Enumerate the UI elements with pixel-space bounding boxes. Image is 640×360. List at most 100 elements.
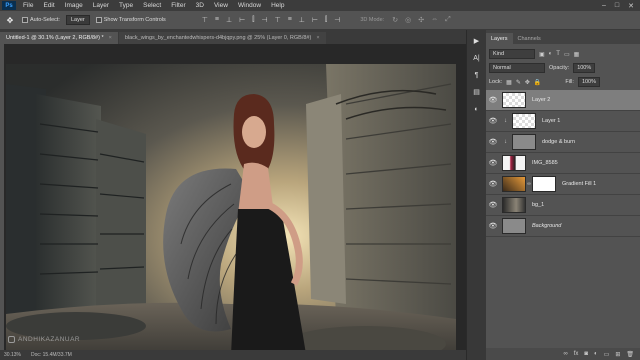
shape-filter-icon[interactable]: ▭ (564, 51, 570, 58)
auto-select-option[interactable]: Auto-Select: (22, 17, 60, 23)
watermark-text: ANDHIKAZANUAR (18, 336, 81, 343)
menu-select[interactable]: Select (138, 2, 166, 9)
auto-select-dropdown[interactable]: Layer (65, 15, 90, 25)
layer-row[interactable]: 👁 Background (486, 216, 640, 237)
fill-field[interactable]: 100% (577, 77, 601, 87)
tab-label: black_wings_by_enchantedwhispers-d4bjqpy… (124, 35, 312, 41)
transform-controls-option[interactable]: Show Transform Controls (95, 17, 166, 23)
adjustment-filter-icon[interactable]: ◐ (549, 51, 553, 57)
link-layers-icon[interactable]: ∞ (563, 351, 567, 357)
distribute-right-icon[interactable]: ⊣ (334, 16, 340, 24)
layer-row[interactable]: 👁 bg_1 (486, 195, 640, 216)
canvas-artwork[interactable] (6, 64, 456, 350)
blend-mode-dropdown[interactable]: Normal (489, 63, 545, 73)
close-icon[interactable]: ✕ (628, 2, 634, 10)
adjustments-icon[interactable]: ◐ (472, 104, 482, 114)
layer-mask-thumbnail[interactable] (532, 176, 556, 192)
3d-slide-icon[interactable]: ⇔ (431, 16, 438, 24)
paragraph-panel-icon[interactable]: ¶ (472, 70, 482, 80)
new-group-icon[interactable]: ▭ (604, 351, 610, 358)
layer-name: Layer 2 (532, 97, 551, 103)
align-left-icon[interactable]: ⊢ (239, 16, 245, 24)
menu-window[interactable]: Window (233, 2, 266, 9)
layer-name: Background (532, 223, 562, 229)
smart-object-filter-icon[interactable]: ▦ (574, 51, 580, 58)
character-panel-icon[interactable]: A| (472, 53, 482, 63)
menu-file[interactable]: File (18, 2, 38, 9)
layer-row[interactable]: 👁 ↓ Layer 1 (486, 111, 640, 132)
distribute-bottom-icon[interactable]: ⊥ (299, 16, 305, 24)
doc-size: Doc: 15.4M/33.7M (30, 352, 72, 358)
tab-layers[interactable]: Layers (486, 33, 513, 44)
opacity-field[interactable]: 100% (573, 63, 596, 73)
zoom-level[interactable]: 30.13% (4, 352, 21, 358)
tab-untitled-1[interactable]: Untitled-1 @ 30.1% (Layer 2, RGB/8#) * × (0, 32, 118, 44)
tab-channels[interactable]: Channels (513, 33, 546, 44)
pixel-filter-icon[interactable]: ▣ (539, 51, 545, 58)
layer-row[interactable]: 👁 Layer 2 (486, 90, 640, 111)
align-top-icon[interactable]: ⊤ (202, 16, 208, 24)
distribute-left-icon[interactable]: ⊢ (312, 16, 318, 24)
lock-position-icon[interactable]: ✥ (525, 79, 530, 86)
distribute-top-icon[interactable]: ⊤ (275, 16, 281, 24)
type-filter-icon[interactable]: T (556, 51, 560, 57)
visibility-eye-icon[interactable]: 👁 (486, 201, 500, 209)
new-adjustment-icon[interactable]: ◐ (594, 351, 598, 357)
menu-edit[interactable]: Edit (38, 2, 59, 9)
3d-scale-icon[interactable]: ⤢ (445, 16, 451, 24)
3d-roll-icon[interactable]: ◎ (405, 16, 411, 24)
distribute-center-icon[interactable]: ⫿ (325, 16, 327, 24)
align-middle-icon[interactable]: ≡ (215, 16, 219, 24)
visibility-eye-icon[interactable]: 👁 (486, 138, 500, 146)
fill-label: Fill: (565, 79, 574, 85)
add-mask-icon[interactable]: ◙ (584, 351, 588, 357)
align-center-icon[interactable]: ⫿ (252, 16, 254, 24)
layer-style-icon[interactable]: fx (574, 351, 579, 357)
align-bottom-icon[interactable]: ⊥ (226, 16, 232, 24)
distribute-middle-icon[interactable]: ≡ (288, 16, 292, 24)
lock-image-icon[interactable]: ✎ (516, 79, 521, 86)
menu-3d[interactable]: 3D (191, 2, 209, 9)
kind-filter-dropdown[interactable]: Kind (489, 49, 535, 59)
clipping-mask-icon: ↓ (504, 118, 507, 124)
visibility-eye-icon[interactable]: 👁 (486, 117, 500, 125)
lock-all-icon[interactable]: 🔒 (534, 79, 541, 86)
canvas-area[interactable] (4, 44, 466, 350)
properties-icon[interactable]: ▤ (472, 87, 482, 97)
clipping-mask-icon: ↓ (504, 139, 507, 145)
close-tab-icon[interactable]: × (316, 35, 319, 41)
3d-pan-icon[interactable]: ✣ (418, 16, 424, 24)
minimize-icon[interactable]: – (602, 2, 606, 10)
align-right-icon[interactable]: ⊣ (261, 16, 267, 24)
layers-panel-footer: ∞ fx ◙ ◐ ▭ ⊞ 🗑 (486, 348, 640, 360)
3d-rotate-icon[interactable]: ↻ (392, 16, 398, 24)
menu-layer[interactable]: Layer (88, 2, 114, 9)
lock-transparent-icon[interactable]: ▦ (506, 79, 512, 86)
3d-tools: ↻ ◎ ✣ ⇔ ⤢ (392, 16, 450, 24)
auto-select-checkbox[interactable] (22, 17, 28, 23)
layer-row[interactable]: 👁 ↓ dodge & burn (486, 132, 640, 153)
menu-view[interactable]: View (209, 2, 233, 9)
visibility-eye-icon[interactable]: 👁 (486, 96, 500, 104)
menu-type[interactable]: Type (114, 2, 138, 9)
tab-black-wings[interactable]: black_wings_by_enchantedwhispers-d4bjqpy… (118, 32, 326, 44)
menu-filter[interactable]: Filter (166, 2, 190, 9)
instagram-icon (8, 336, 15, 343)
visibility-eye-icon[interactable]: 👁 (486, 180, 500, 188)
layer-row[interactable]: 👁 IMG_8585 (486, 153, 640, 174)
transform-controls-checkbox[interactable] (95, 17, 102, 23)
layer-name: dodge & burn (542, 139, 576, 145)
delete-layer-icon[interactable]: 🗑 (626, 351, 634, 358)
close-tab-icon[interactable]: × (109, 35, 112, 41)
visibility-eye-icon[interactable]: 👁 (486, 222, 500, 230)
move-tool-icon[interactable]: ✥ (4, 14, 16, 26)
visibility-eye-icon[interactable]: 👁 (486, 159, 500, 167)
layer-thumbnail (512, 113, 536, 129)
maximize-icon[interactable]: □ (615, 2, 619, 10)
3d-mode-label: 3D Mode: (360, 17, 385, 23)
new-layer-icon[interactable]: ⊞ (615, 351, 620, 358)
layer-row[interactable]: 👁 ∞ Gradient Fill 1 (486, 174, 640, 195)
play-icon[interactable]: ▶ (472, 36, 482, 46)
menu-image[interactable]: Image (60, 2, 88, 9)
menu-help[interactable]: Help (266, 2, 289, 9)
